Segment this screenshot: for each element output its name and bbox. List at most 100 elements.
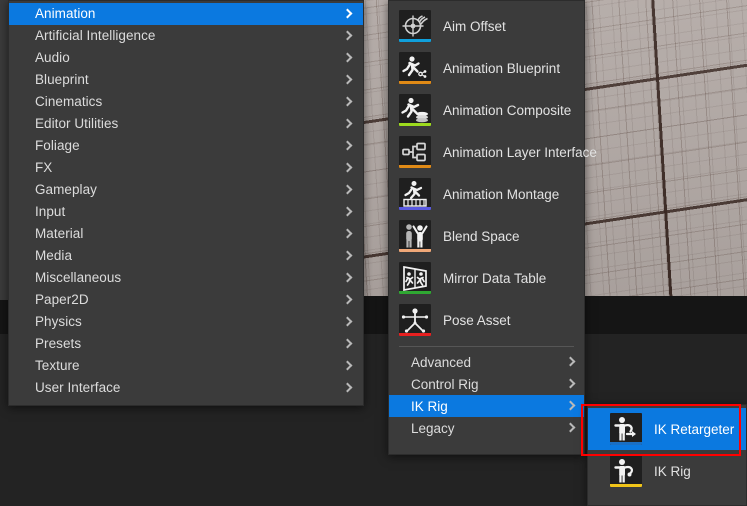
chevron-right-icon: [567, 422, 576, 435]
menu-item-fx[interactable]: FX: [9, 157, 363, 179]
ik-retargeter-icon: [610, 413, 642, 445]
menu-item-label: Animation: [35, 6, 96, 21]
menu-item-label: IK Rig: [411, 398, 448, 414]
menu-item-label: Input: [35, 204, 66, 219]
menu-item-label: Miscellaneous: [35, 270, 122, 285]
viewport-left-strip: [0, 0, 8, 300]
asset-type-color-bar: [610, 442, 642, 445]
asset-category-menu[interactable]: Animation Artificial Intelligence Audio Blu…: [8, 0, 364, 406]
chevron-right-icon: [344, 52, 353, 65]
chevron-right-icon: [344, 228, 353, 241]
asset-type-color-bar: [399, 39, 431, 42]
menu-item-label: IK Rig: [654, 463, 691, 479]
menu-item-label: Artificial Intelligence: [35, 28, 156, 43]
menu-item-animation[interactable]: Animation: [9, 3, 363, 25]
animation-submenu[interactable]: Aim Offset Animation Blueprint Animation C…: [388, 0, 597, 455]
menu-item-label: Animation Montage: [443, 186, 560, 202]
asset-type-color-bar: [399, 333, 431, 336]
mirror-data-table-icon: [399, 262, 431, 294]
menu-item-animation-montage[interactable]: Animation Montage: [389, 173, 584, 215]
blend-space-icon: [399, 220, 431, 252]
asset-type-color-bar: [399, 291, 431, 294]
menu-item-label: Control Rig: [411, 376, 479, 392]
menu-item-physics[interactable]: Physics: [9, 311, 363, 333]
chevron-right-icon: [344, 316, 353, 329]
menu-item-label: Blend Space: [443, 228, 520, 244]
menu-item-label: Animation Composite: [443, 102, 572, 118]
menu-item-audio[interactable]: Audio: [9, 47, 363, 69]
menu-item-animation-composite[interactable]: Animation Composite: [389, 89, 584, 131]
menu-item-label: Legacy: [411, 420, 455, 436]
menu-item-artificial-intelligence[interactable]: Artificial Intelligence: [9, 25, 363, 47]
animation-blueprint-icon: [399, 52, 431, 84]
chevron-right-icon: [344, 184, 353, 197]
menu-item-user-interface[interactable]: User Interface: [9, 377, 363, 399]
menu-item-mirror-data-table[interactable]: Mirror Data Table: [389, 257, 584, 299]
menu-item-label: Foliage: [35, 138, 80, 153]
menu-item-label: Animation Blueprint: [443, 60, 561, 76]
menu-item-control-rig[interactable]: Control Rig: [389, 373, 584, 395]
asset-type-color-bar: [610, 484, 642, 487]
menu-item-label: Aim Offset: [443, 18, 506, 34]
aim-offset-icon: [399, 10, 431, 42]
chevron-right-icon: [567, 378, 576, 391]
menu-item-label: Audio: [35, 50, 70, 65]
asset-type-color-bar: [399, 123, 431, 126]
menu-item-label: Cinematics: [35, 94, 103, 109]
chevron-right-icon: [344, 8, 353, 21]
menu-item-blueprint[interactable]: Blueprint: [9, 69, 363, 91]
chevron-right-icon: [344, 30, 353, 43]
animation-montage-icon: [399, 178, 431, 210]
menu-item-label: Media: [35, 248, 73, 263]
menu-item-label: Texture: [35, 358, 80, 373]
menu-item-aim-offset[interactable]: Aim Offset: [389, 5, 584, 47]
menu-item-label: Presets: [35, 336, 82, 351]
menu-item-blend-space[interactable]: Blend Space: [389, 215, 584, 257]
menu-item-paper2d[interactable]: Paper2D: [9, 289, 363, 311]
menu-item-label: Mirror Data Table: [443, 270, 547, 286]
menu-item-cinematics[interactable]: Cinematics: [9, 91, 363, 113]
menu-item-gameplay[interactable]: Gameplay: [9, 179, 363, 201]
animation-layer-interface-icon: [399, 136, 431, 168]
menu-item-label: Pose Asset: [443, 312, 511, 328]
menu-item-ik-rig[interactable]: IK Rig: [389, 395, 584, 417]
menu-item-legacy[interactable]: Legacy: [389, 417, 584, 439]
chevron-right-icon: [344, 272, 353, 285]
chevron-right-icon: [344, 118, 353, 131]
chevron-right-icon: [344, 206, 353, 219]
chevron-right-icon: [344, 250, 353, 263]
menu-item-texture[interactable]: Texture: [9, 355, 363, 377]
menu-item-label: User Interface: [35, 380, 121, 395]
asset-type-color-bar: [399, 249, 431, 252]
menu-item-label: Material: [35, 226, 84, 241]
ik-rig-submenu[interactable]: IK Retargeter IK Rig: [587, 404, 747, 506]
menu-item-material[interactable]: Material: [9, 223, 363, 245]
menu-item-label: Gameplay: [35, 182, 97, 197]
menu-item-animation-blueprint[interactable]: Animation Blueprint: [389, 47, 584, 89]
menu-item-label: FX: [35, 160, 53, 175]
menu-item-input[interactable]: Input: [9, 201, 363, 223]
chevron-right-icon: [567, 356, 576, 369]
chevron-right-icon: [344, 96, 353, 109]
menu-item-pose-asset[interactable]: Pose Asset: [389, 299, 584, 341]
menu-item-miscellaneous[interactable]: Miscellaneous: [9, 267, 363, 289]
menu-item-editor-utilities[interactable]: Editor Utilities: [9, 113, 363, 135]
ik-rig-icon: [610, 455, 642, 487]
menu-item-label: Animation Layer Interface: [443, 144, 597, 160]
chevron-right-icon: [567, 400, 576, 413]
menu-item-media[interactable]: Media: [9, 245, 363, 267]
menu-item-label: Editor Utilities: [35, 116, 119, 131]
menu-item-label: IK Retargeter: [654, 421, 735, 437]
menu-item-advanced[interactable]: Advanced: [389, 351, 584, 373]
asset-type-color-bar: [399, 165, 431, 168]
menu-item-presets[interactable]: Presets: [9, 333, 363, 355]
menu-item-ik-retargeter-0[interactable]: IK Retargeter: [588, 408, 746, 450]
chevron-right-icon: [344, 140, 353, 153]
menu-separator: [399, 346, 574, 347]
menu-item-foliage[interactable]: Foliage: [9, 135, 363, 157]
menu-item-ik-rig-1[interactable]: IK Rig: [588, 450, 746, 492]
menu-item-label: Physics: [35, 314, 82, 329]
animation-composite-icon: [399, 94, 431, 126]
menu-item-animation-layer-interface[interactable]: Animation Layer Interface: [389, 131, 597, 173]
pose-asset-icon: [399, 304, 431, 336]
